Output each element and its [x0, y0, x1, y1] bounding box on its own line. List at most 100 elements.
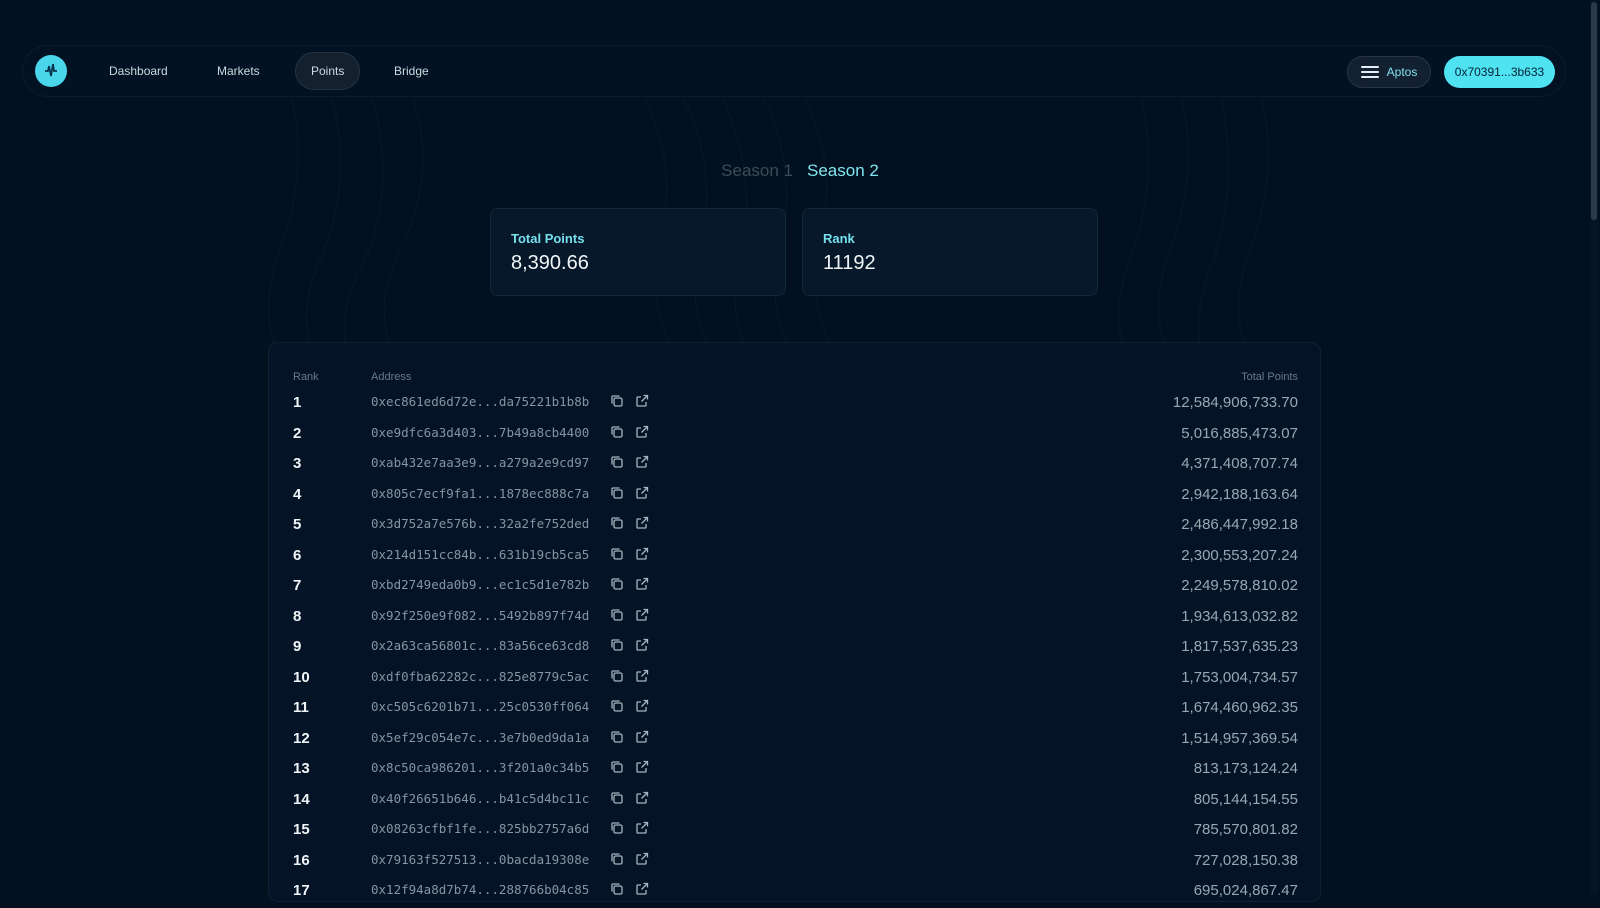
table-row: 5 0x3d752a7e576b...32a2fe752ded 2,486,447,…: [269, 511, 1320, 542]
external-link-icon[interactable]: [635, 486, 651, 502]
row-total-points: 1,817,537,635.23: [1181, 638, 1298, 655]
copy-icon[interactable]: [610, 760, 626, 776]
copy-icon[interactable]: [610, 882, 626, 898]
copy-icon[interactable]: [610, 455, 626, 471]
total-points-card: Total Points 8,390.66: [490, 208, 786, 296]
external-link-icon[interactable]: [635, 852, 651, 868]
row-total-points: 12,584,906,733.70: [1172, 394, 1298, 411]
aptos-logo-icon: [1360, 66, 1379, 78]
copy-icon[interactable]: [610, 852, 626, 868]
external-link-icon[interactable]: [635, 760, 651, 776]
scrollbar-thumb[interactable]: [1591, 2, 1597, 220]
row-rank: 1: [293, 394, 302, 411]
copy-icon[interactable]: [610, 791, 626, 807]
table-row: 1 0xec861ed6d72e...da75221b1b8b 12,584,906…: [269, 389, 1320, 420]
row-total-points: 805,144,154.55: [1193, 790, 1298, 808]
leaderboard-table: Rank Address Total Points 1 0xec861ed6d72…: [268, 342, 1321, 902]
table-row: 17 0x12f94a8d7b74...288766b04c85 695,024,8…: [269, 877, 1320, 908]
row-rank: 13: [293, 760, 310, 777]
row-total-points: 1,753,004,734.57: [1181, 668, 1298, 686]
nav-dashboard[interactable]: Dashboard: [109, 52, 168, 90]
copy-icon[interactable]: [610, 699, 626, 715]
leaderboard-rows: 1 0xec861ed6d72e...da75221b1b8b 12,584,906…: [269, 389, 1320, 908]
tab-season-1[interactable]: Season 1: [721, 161, 793, 181]
app-logo-icon[interactable]: [35, 55, 67, 87]
external-link-icon[interactable]: [635, 882, 651, 898]
copy-icon[interactable]: [610, 669, 626, 685]
table-row: 10 0xdf0fba62282c...825e8779c5ac 1,753,004…: [269, 664, 1320, 695]
season-tabs: Season 1 Season 2: [0, 161, 1600, 181]
row-address: 0xec861ed6d72e...da75221b1b8b: [371, 394, 590, 409]
copy-icon[interactable]: [610, 425, 626, 441]
row-address: 0xbd2749eda0b9...ec1c5d1e782b: [371, 577, 590, 592]
external-link-icon[interactable]: [635, 821, 651, 837]
chain-label: Aptos: [1386, 65, 1418, 79]
row-rank: 6: [293, 546, 302, 564]
row-total-points: 2,942,188,163.64: [1181, 485, 1298, 503]
copy-icon[interactable]: [610, 516, 626, 532]
external-link-icon[interactable]: [635, 669, 651, 685]
table-row: 16 0x79163f527513...0bacda19308e 727,028,1…: [269, 847, 1320, 878]
row-address: 0xdf0fba62282c...825e8779c5ac: [371, 668, 590, 684]
table-row: 15 0x08263cfbf1fe...825bb2757a6d 785,570,8…: [269, 816, 1320, 847]
rank-label: Rank: [823, 231, 855, 246]
row-rank: 7: [293, 577, 302, 594]
external-link-icon[interactable]: [635, 577, 651, 593]
row-total-points: 1,934,613,032.82: [1181, 607, 1298, 625]
total-points-value: 8,390.66: [511, 252, 589, 274]
row-address: 0x214d151cc84b...631b19cb5ca5: [371, 546, 590, 562]
external-link-icon[interactable]: [635, 791, 651, 807]
external-link-icon[interactable]: [635, 455, 651, 471]
row-total-points: 4,371,408,707.74: [1181, 455, 1298, 472]
page-scrollbar[interactable]: [1590, 0, 1598, 893]
copy-icon[interactable]: [610, 638, 626, 654]
row-rank: 2: [293, 424, 302, 442]
row-address: 0xc505c6201b71...25c0530ff064: [371, 699, 590, 714]
table-row: 13 0x8c50ca986201...3f201a0c34b5 813,173,1…: [269, 755, 1320, 786]
row-rank: 4: [293, 485, 302, 503]
header-rank: Rank: [293, 371, 319, 383]
row-rank: 10: [293, 668, 310, 686]
row-address: 0xab432e7aa3e9...a279a2e9cd97: [371, 455, 590, 470]
copy-icon[interactable]: [610, 577, 626, 593]
copy-icon[interactable]: [610, 486, 626, 502]
nav-points[interactable]: Points: [295, 52, 361, 90]
row-rank: 5: [293, 516, 302, 533]
table-row: 7 0xbd2749eda0b9...ec1c5d1e782b 2,249,578,…: [269, 572, 1320, 603]
external-link-icon[interactable]: [635, 638, 651, 654]
rank-value: 11192: [823, 252, 876, 274]
copy-icon[interactable]: [610, 730, 626, 746]
nav-markets[interactable]: Markets: [217, 52, 260, 90]
external-link-icon[interactable]: [635, 699, 651, 715]
row-total-points: 1,674,460,962.35: [1181, 699, 1298, 716]
external-link-icon[interactable]: [635, 516, 651, 532]
external-link-icon[interactable]: [635, 394, 651, 410]
external-link-icon[interactable]: [635, 730, 651, 746]
copy-icon[interactable]: [610, 608, 626, 624]
row-address: 0xe9dfc6a3d403...7b49a8cb4400: [371, 424, 590, 440]
tab-season-2[interactable]: Season 2: [807, 161, 879, 181]
row-total-points: 2,486,447,992.18: [1181, 516, 1298, 533]
wallet-button[interactable]: 0x70391...3b633: [1444, 56, 1555, 88]
table-row: 9 0x2a63ca56801c...83a56ce63cd8 1,817,537,…: [269, 633, 1320, 664]
table-row: 2 0xe9dfc6a3d403...7b49a8cb4400 5,016,885,…: [269, 420, 1320, 451]
copy-icon[interactable]: [610, 547, 626, 563]
row-rank: 9: [293, 638, 302, 655]
external-link-icon[interactable]: [635, 425, 651, 441]
row-rank: 15: [293, 821, 310, 838]
table-row: 12 0x5ef29c054e7c...3e7b0ed9da1a 1,514,957…: [269, 725, 1320, 756]
row-address: 0x8c50ca986201...3f201a0c34b5: [371, 760, 590, 775]
chain-selector-button[interactable]: Aptos: [1347, 56, 1431, 88]
nav-bridge[interactable]: Bridge: [394, 52, 429, 90]
row-rank: 8: [293, 607, 302, 625]
copy-icon[interactable]: [610, 394, 626, 410]
copy-icon[interactable]: [610, 821, 626, 837]
row-total-points: 785,570,801.82: [1193, 821, 1298, 838]
row-rank: 3: [293, 455, 302, 472]
external-link-icon[interactable]: [635, 608, 651, 624]
row-address: 0x3d752a7e576b...32a2fe752ded: [371, 516, 590, 531]
external-link-icon[interactable]: [635, 547, 651, 563]
row-total-points: 2,249,578,810.02: [1181, 577, 1298, 594]
row-total-points: 2,300,553,207.24: [1181, 546, 1298, 564]
row-total-points: 695,024,867.47: [1193, 882, 1298, 899]
